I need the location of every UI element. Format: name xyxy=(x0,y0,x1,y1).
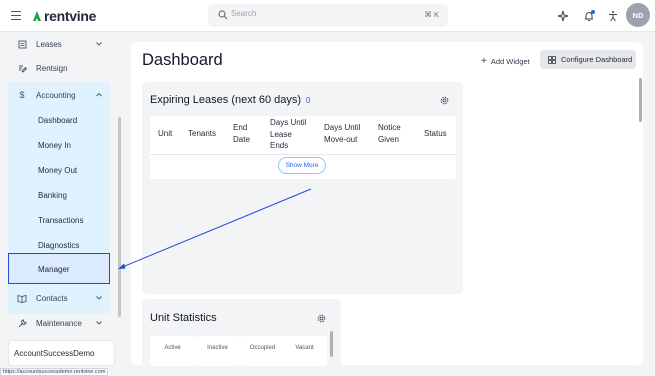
menu-icon[interactable] xyxy=(11,11,21,20)
stat-occupied: Occupied xyxy=(240,336,285,366)
column-header-tenants: Tenants xyxy=(188,129,217,138)
sidebar-subitem-manager[interactable]: Manager xyxy=(38,265,70,274)
unit-statistics-card: Unit Statistics Active Inactive Occupied… xyxy=(142,299,341,366)
sidebar-item-label: Contacts xyxy=(36,293,68,303)
dollar-icon: $ xyxy=(19,90,25,100)
wrench-icon xyxy=(16,317,28,329)
rentvine-logo-icon xyxy=(33,11,41,21)
contacts-icon xyxy=(16,292,28,304)
column-header-notice-given: Notice Given xyxy=(378,123,401,144)
chevron-down-icon xyxy=(96,296,102,300)
column-header-status: Status xyxy=(424,129,447,138)
grid-icon xyxy=(548,55,556,64)
table-divider xyxy=(150,154,456,155)
chevron-down-icon xyxy=(96,42,102,46)
add-widget-label: Add Widget xyxy=(490,56,530,66)
column-header-days-until-lease-ends: Days Until Lease Ends xyxy=(270,118,307,150)
sidebar-item-rentsign[interactable]: Rentsign xyxy=(8,57,110,79)
sidebar-item-maintenance[interactable]: Maintenance xyxy=(8,312,110,334)
account-switcher[interactable]: AccountSuccessDemo xyxy=(8,340,115,366)
chevron-up-icon xyxy=(96,92,102,97)
sidebar-subitem-dashboard[interactable]: Dashboard xyxy=(38,116,77,125)
plus-icon: + xyxy=(481,55,487,67)
top-bar: rentvine Search ⌘ K ND xyxy=(0,0,655,32)
card-scrollbar[interactable] xyxy=(330,331,333,357)
notification-dot xyxy=(591,10,595,14)
card-title: Unit Statistics xyxy=(150,312,217,324)
configure-dashboard-button[interactable]: Configure Dashboard xyxy=(540,50,636,69)
logo[interactable]: rentvine xyxy=(32,8,96,24)
sidebar-subitem-transactions[interactable]: Transactions xyxy=(38,216,84,225)
sidebar-item-label: Rentsign xyxy=(36,63,68,73)
rentsign-icon xyxy=(16,62,28,74)
sidebar-item-label: Maintenance xyxy=(36,318,82,328)
column-header-end-date: End Date xyxy=(233,123,250,144)
sidebar-item-label: Leases xyxy=(36,39,62,49)
sidebar: Leases Rentsign $ Accounting Dashboard M… xyxy=(0,33,124,370)
sidebar-subitem-money-in[interactable]: Money In xyxy=(38,141,71,150)
sidebar-subitem-diagnostics[interactable]: Diagnostics xyxy=(38,241,79,250)
sidebar-subitem-money-out[interactable]: Money Out xyxy=(38,166,77,175)
main-scrollbar[interactable] xyxy=(639,78,642,122)
search-input[interactable]: Search ⌘ K xyxy=(208,4,448,27)
column-header-unit: Unit xyxy=(158,129,173,138)
page-title: Dashboard xyxy=(142,51,223,69)
configure-dashboard-label: Configure Dashboard xyxy=(561,55,633,64)
leases-icon xyxy=(16,38,28,50)
expiring-leases-card: Expiring Leases (next 60 days) 0 Unit Te… xyxy=(142,82,463,294)
stat-active: Active xyxy=(150,336,195,366)
gear-icon[interactable] xyxy=(317,314,326,323)
sidebar-item-accounting[interactable]: $ Accounting xyxy=(8,84,110,106)
search-shortcut: ⌘ K xyxy=(424,10,439,19)
sidebar-subitem-banking[interactable]: Banking xyxy=(38,191,67,200)
sidebar-item-contacts[interactable]: Contacts xyxy=(8,287,110,309)
sidebar-scrollbar[interactable] xyxy=(118,117,121,317)
search-placeholder: Search xyxy=(231,9,257,18)
show-more-button[interactable]: Show More xyxy=(278,157,326,174)
card-title: Expiring Leases (next 60 days) xyxy=(150,94,302,106)
stat-vacant: Vacant xyxy=(282,336,327,366)
main-panel: Dashboard + Add Widget Configure Dashboa… xyxy=(131,42,643,366)
sparkle-icon[interactable] xyxy=(557,10,569,22)
avatar[interactable]: ND xyxy=(626,3,650,27)
expiring-count-badge: 0 xyxy=(306,96,311,105)
sidebar-item-leases[interactable]: Leases xyxy=(8,33,110,55)
chevron-down-icon xyxy=(96,321,102,325)
column-header-days-until-move-out: Days Until Move-out xyxy=(324,123,361,144)
add-widget-button[interactable]: + Add Widget xyxy=(481,53,530,69)
accessibility-icon[interactable] xyxy=(607,10,619,22)
sidebar-item-label: Accounting xyxy=(36,90,76,100)
search-icon xyxy=(218,10,228,20)
brand-name: rentvine xyxy=(44,8,97,24)
gear-icon[interactable] xyxy=(440,96,449,105)
expiring-leases-table: Unit Tenants End Date Days Until Lease Ends… xyxy=(150,116,456,179)
status-bar-url: https://accountsuccessdemo.rentvine.com xyxy=(0,368,109,376)
stat-inactive: Inactive xyxy=(195,336,240,366)
